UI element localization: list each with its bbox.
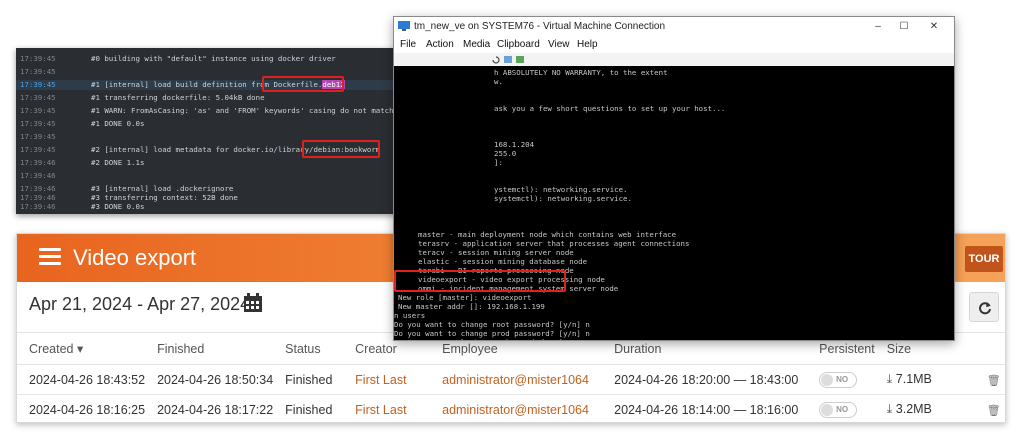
cell-employee[interactable]: administrator@mister1064 [430,364,603,395]
cell-created: 2024-04-26 18:43:52 [17,364,146,395]
toggle-label: NO [836,374,849,384]
vm-connection-window: tm_new_ve on SYSTEM76 - Virtual Machine … [393,16,955,341]
table-row[interactable]: 2024-04-26 18:43:52 2024-04-26 18:50:34 … [17,364,1005,395]
console-line: elastic - session mining database node [418,257,588,266]
size-value[interactable]: 7.1MB [896,372,932,386]
console-line: master - main deployment node which cont… [418,230,677,239]
cell-finished: 2024-04-26 18:50:34 [145,364,274,395]
console-line: ]: [494,158,503,167]
cell-persistent: NO [807,364,875,395]
col-actions [974,332,1005,365]
cell-employee[interactable]: administrator@mister1064 [430,394,603,422]
tour-button[interactable]: TOUR [965,246,1003,272]
log-line: 17:39:45 [20,132,56,141]
log-line: 17:39:45 [20,67,56,76]
cell-creator[interactable]: First Last [343,364,431,395]
col-finished[interactable]: Finished [145,332,274,365]
menu-bar: File Action Media Clipboard View Help [394,37,954,53]
cell-actions: 🗑 [974,364,1005,395]
console-line: Do you want to lock user `setup` [y/n] n [394,338,572,340]
console-line: systemctl): networking.service. [494,194,632,203]
page-title: Video export [73,245,197,270]
log-line: 17:39:45 #2 [internal] load metadata for … [20,145,381,154]
menu-icon[interactable] [39,248,61,266]
cell-actions: 🗑 [974,394,1005,422]
console-line: ask you a few short questions to set up … [494,104,726,113]
cell-creator[interactable]: First Last [343,394,431,422]
log-line: 17:39:45 #0 building with "default" insta… [20,54,336,63]
table-row[interactable]: 2024-04-26 18:16:25 2024-04-26 18:17:22 … [17,394,1005,422]
log-line: 17:39:45 #1 [internal] load build definit… [16,80,458,90]
menu-media[interactable]: Media [463,39,490,50]
console-line: Do you want to change root password? [y/… [394,320,590,329]
console-line: New role [master]: videoexport [398,293,532,302]
cell-finished: 2024-04-26 18:17:22 [145,394,274,422]
size-value[interactable]: 3.2MB [896,402,932,416]
date-range: Apr 21, 2024 - Apr 27, 2024 [29,294,251,314]
trash-icon[interactable]: 🗑 [987,405,1001,417]
maximize-button[interactable]: ☐ [892,19,916,35]
close-button[interactable]: ✕ [922,19,946,35]
console-line: 255.0 [494,149,517,158]
log-line: 17:39:45 #1 DONE 0.0s [20,119,145,128]
menu-file[interactable]: File [400,39,416,50]
cell-duration: 2024-04-26 18:14:00 — 18:16:00 [602,394,808,422]
highlight-box-role [394,270,566,292]
cell-created: 2024-04-26 18:16:25 [17,394,146,422]
vm-console[interactable]: h ABSOLUTELY NO WARRANTY, to the extent w… [394,66,954,340]
col-created[interactable]: Created ▾ [17,332,146,365]
calendar-icon[interactable] [242,292,264,314]
console-line: n users [394,311,426,320]
exports-table: Created ▾ Finished Status Creator Employ… [17,332,1005,422]
log-line: 17:39:45 #1 WARN: FromAsCasing: 'as' and … [20,106,434,115]
console-line: teracv - session mining server node [418,248,574,257]
cell-persistent: NO [807,394,875,422]
console-line: w. [494,77,503,86]
menu-view[interactable]: View [548,39,570,50]
console-line: h ABSOLUTELY NO WARRANTY, to the extent [494,68,668,77]
console-line: 168.1.204 [494,140,535,149]
build-log-terminal: 17:39:45 #0 building with "default" insta… [16,48,458,214]
console-line: New master addr []: 192.168.1.199 [398,302,545,311]
persistent-toggle[interactable]: NO [819,371,858,388]
console-line: Do you want to change prod password? [y/… [394,329,590,338]
cell-status: Finished [273,394,344,422]
log-line: 17:39:45 #1 transferring dockerfile: 5.04… [20,93,265,102]
highlight-box-base-image [302,140,380,158]
window-titlebar[interactable]: tm_new_ve on SYSTEM76 - Virtual Machine … [394,17,954,37]
minimize-button[interactable]: – [866,19,890,35]
col-status[interactable]: Status [273,332,344,365]
window-title: tm_new_ve on SYSTEM76 - Virtual Machine … [414,21,666,32]
cell-size[interactable]: ⤓ 7.1MB [874,364,975,395]
console-line: ystemctl): networking.service. [494,185,628,194]
download-icon[interactable]: ⤓ [887,402,893,416]
cell-duration: 2024-04-26 18:20:00 — 18:43:00 [602,364,808,395]
vm-toolbar [394,53,954,67]
menu-help[interactable]: Help [577,39,598,50]
download-icon[interactable]: ⤓ [887,372,893,386]
cell-status: Finished [273,364,344,395]
menu-clipboard[interactable]: Clipboard [497,39,540,50]
log-line: 17:39:46 #3 DONE 0.0s [20,202,145,211]
trash-icon[interactable]: 🗑 [987,375,1001,387]
refresh-button[interactable] [969,292,999,322]
log-line: 17:39:46 #2 DONE 1.1s [20,158,145,167]
toolbar-icons[interactable] [490,54,530,66]
console-line: terasrv - application server that proces… [418,239,690,248]
toggle-label: NO [836,404,849,414]
highlight-box-dockerfile [262,76,344,92]
cell-size[interactable]: ⤓ 3.2MB [874,394,975,422]
vm-app-icon [398,21,410,31]
refresh-icon [979,302,991,315]
log-line: 17:39:46 [20,171,56,180]
persistent-toggle[interactable]: NO [819,401,858,418]
menu-action[interactable]: Action [426,39,454,50]
